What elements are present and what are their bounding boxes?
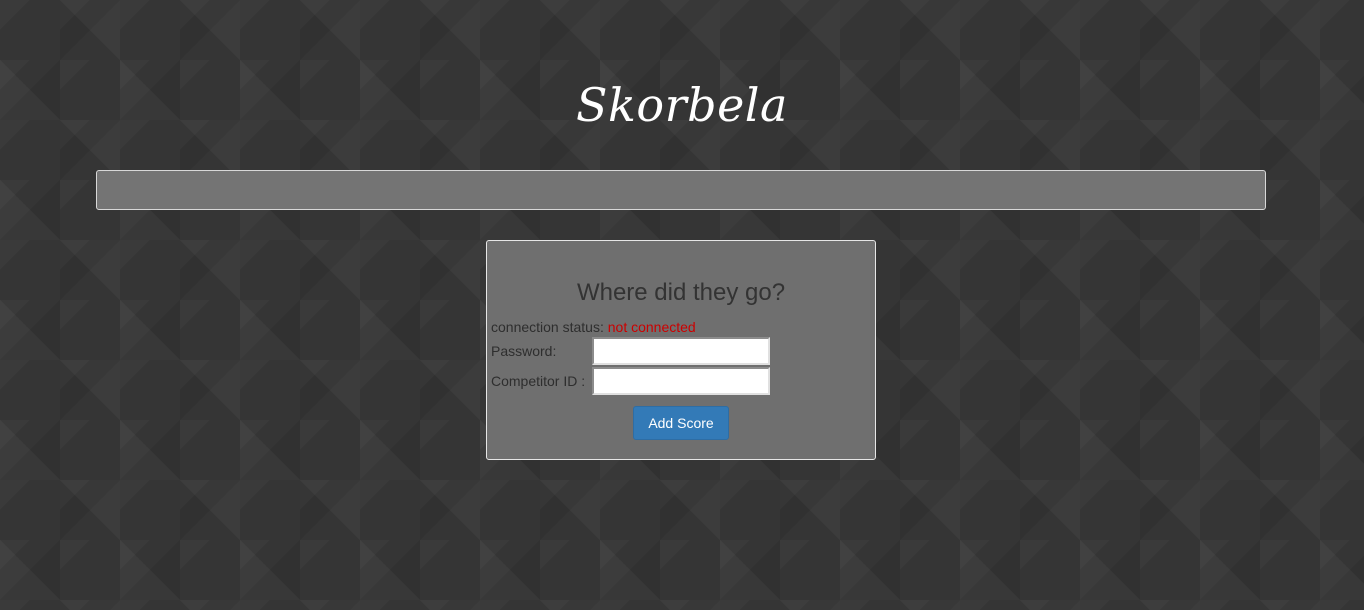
add-score-button[interactable]: Add Score bbox=[633, 406, 729, 440]
competitor-id-row: Competitor ID : bbox=[491, 367, 871, 395]
competitor-id-input[interactable] bbox=[592, 367, 770, 395]
password-input[interactable] bbox=[592, 337, 770, 365]
connection-status-value: not connected bbox=[607, 319, 696, 335]
password-row: Password: bbox=[491, 337, 871, 365]
password-label: Password: bbox=[491, 343, 557, 359]
connection-status-label: connection status: bbox=[491, 319, 608, 335]
top-bar bbox=[96, 170, 1266, 210]
connection-status: connection status: not connected bbox=[491, 318, 696, 336]
panel-title: Where did they go? bbox=[576, 279, 786, 306]
score-panel: Where did they go? connection status: no… bbox=[486, 240, 876, 460]
brand-title: Skorbela bbox=[576, 78, 788, 132]
competitor-id-label: Competitor ID : bbox=[491, 373, 586, 389]
